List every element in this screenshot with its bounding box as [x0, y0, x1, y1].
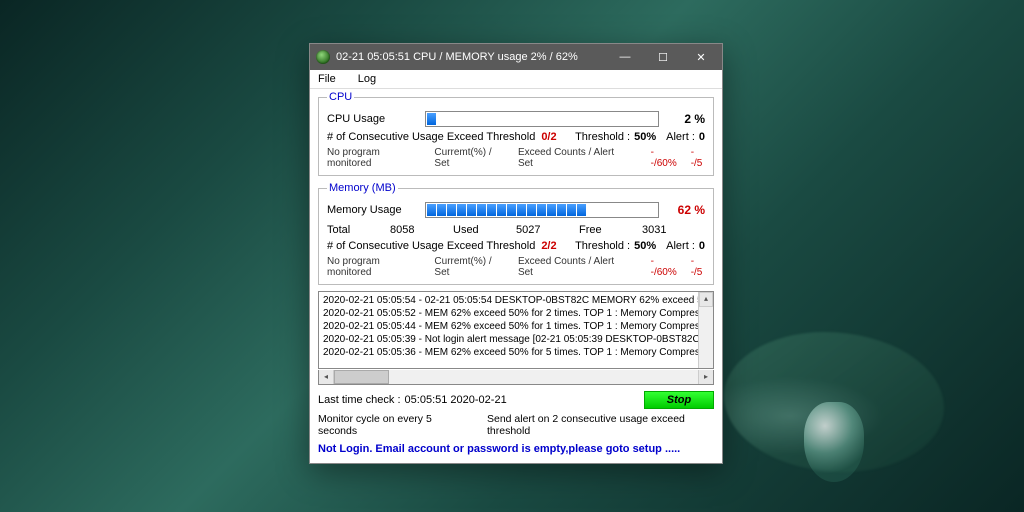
- mem-free-v: 3031: [642, 224, 705, 236]
- cpu-thresh-val: 0/2: [541, 131, 556, 143]
- close-button[interactable]: ✕: [682, 46, 720, 68]
- maximize-button[interactable]: ☐: [644, 46, 682, 68]
- hscroll-track[interactable]: [389, 370, 698, 384]
- log-hscroll[interactable]: ◂ ▸: [318, 370, 714, 385]
- cpu-alert-label: Alert :: [666, 131, 695, 143]
- scroll-up-icon[interactable]: ▴: [699, 292, 713, 307]
- mem-total-l: Total: [327, 224, 390, 236]
- cpu-threshold-val: 50%: [634, 131, 656, 143]
- cpu-alert-val: 0: [699, 131, 705, 143]
- log-content: 2020-02-21 05:05:54 - 02-21 05:05:54 DES…: [319, 292, 713, 361]
- minimize-button[interactable]: —: [606, 46, 644, 68]
- mem-thresh-label: # of Consecutive Usage Exceed Threshold: [327, 240, 535, 252]
- last-check-label: Last time check :: [318, 394, 401, 406]
- mem-sub-exceed: Exceed Counts / Alert Set: [518, 256, 627, 278]
- login-warning: Not Login. Email account or password is …: [318, 443, 714, 455]
- log-line[interactable]: 2020-02-21 05:05:52 - MEM 62% exceed 50%…: [323, 307, 709, 320]
- cpu-usage-label: CPU Usage: [327, 113, 419, 125]
- mem-usage-pct: 62 %: [665, 203, 705, 217]
- cpu-sub-current: Curremt(%) / Set: [434, 147, 506, 169]
- scroll-left-icon[interactable]: ◂: [319, 370, 334, 384]
- mem-thresh-val: 2/2: [541, 240, 556, 252]
- mem-legend: Memory (MB): [327, 182, 398, 194]
- menu-log[interactable]: Log: [354, 72, 380, 86]
- app-icon: [316, 50, 330, 64]
- mem-alert-label: Alert :: [666, 240, 695, 252]
- cpu-sub-v2: --/5: [691, 147, 705, 169]
- log-line[interactable]: 2020-02-21 05:05:54 - 02-21 05:05:54 DES…: [323, 294, 709, 307]
- mem-sub-v2: --/5: [691, 256, 705, 278]
- log-vscroll[interactable]: ▴: [698, 292, 713, 368]
- window-controls: — ☐ ✕: [606, 46, 720, 68]
- mem-sub-v1: --/60%: [651, 256, 679, 278]
- scroll-right-icon[interactable]: ▸: [698, 370, 713, 384]
- cpu-sub-exceed: Exceed Counts / Alert Set: [518, 147, 627, 169]
- app-window: 02-21 05:05:51 CPU / MEMORY usage 2% / 6…: [309, 43, 723, 464]
- mem-used-l: Used: [453, 224, 516, 236]
- cpu-thresh-label: # of Consecutive Usage Exceed Threshold: [327, 131, 535, 143]
- mem-total-v: 8058: [390, 224, 453, 236]
- mem-sub-current: Curremt(%) / Set: [434, 256, 506, 278]
- log-box[interactable]: 2020-02-21 05:05:54 - 02-21 05:05:54 DES…: [318, 291, 714, 369]
- mem-free-l: Free: [579, 224, 642, 236]
- cycle-info: Monitor cycle on every 5 seconds: [318, 413, 463, 437]
- mem-sub-noprog: No program monitored: [327, 256, 422, 278]
- menubar: File Log: [310, 70, 722, 89]
- mem-used-v: 5027: [516, 224, 579, 236]
- cpu-panel: CPU CPU Usage 2 % # of Consecutive Usage…: [318, 91, 714, 176]
- cpu-threshold-label: Threshold :: [575, 131, 630, 143]
- stop-button[interactable]: Stop: [644, 391, 714, 409]
- alert-info: Send alert on 2 consecutive usage exceed…: [487, 413, 714, 437]
- mem-usage-label: Memory Usage: [327, 204, 419, 216]
- mem-usage-bar: [425, 202, 659, 218]
- log-line[interactable]: 2020-02-21 05:05:39 - Not login alert me…: [323, 333, 709, 346]
- content-area: CPU CPU Usage 2 % # of Consecutive Usage…: [310, 89, 722, 463]
- cpu-usage-bar: [425, 111, 659, 127]
- last-check-val: 05:05:51 2020-02-21: [405, 394, 507, 406]
- log-line[interactable]: 2020-02-21 05:05:44 - MEM 62% exceed 50%…: [323, 320, 709, 333]
- mem-alert-val: 0: [699, 240, 705, 252]
- memory-panel: Memory (MB) Memory Usage 62 % Total 8058…: [318, 182, 714, 285]
- wallpaper-droplet: [804, 402, 864, 482]
- log-line[interactable]: 2020-02-21 05:05:36 - MEM 62% exceed 50%…: [323, 346, 709, 359]
- titlebar[interactable]: 02-21 05:05:51 CPU / MEMORY usage 2% / 6…: [310, 44, 722, 70]
- menu-file[interactable]: File: [314, 72, 340, 86]
- mem-threshold-val: 50%: [634, 240, 656, 252]
- cpu-usage-pct: 2 %: [665, 112, 705, 126]
- cpu-sub-noprog: No program monitored: [327, 147, 422, 169]
- cpu-legend: CPU: [327, 91, 354, 103]
- window-title: 02-21 05:05:51 CPU / MEMORY usage 2% / 6…: [336, 51, 606, 63]
- cpu-sub-v1: --/60%: [651, 147, 679, 169]
- hscroll-thumb[interactable]: [334, 370, 389, 384]
- mem-threshold-label: Threshold :: [575, 240, 630, 252]
